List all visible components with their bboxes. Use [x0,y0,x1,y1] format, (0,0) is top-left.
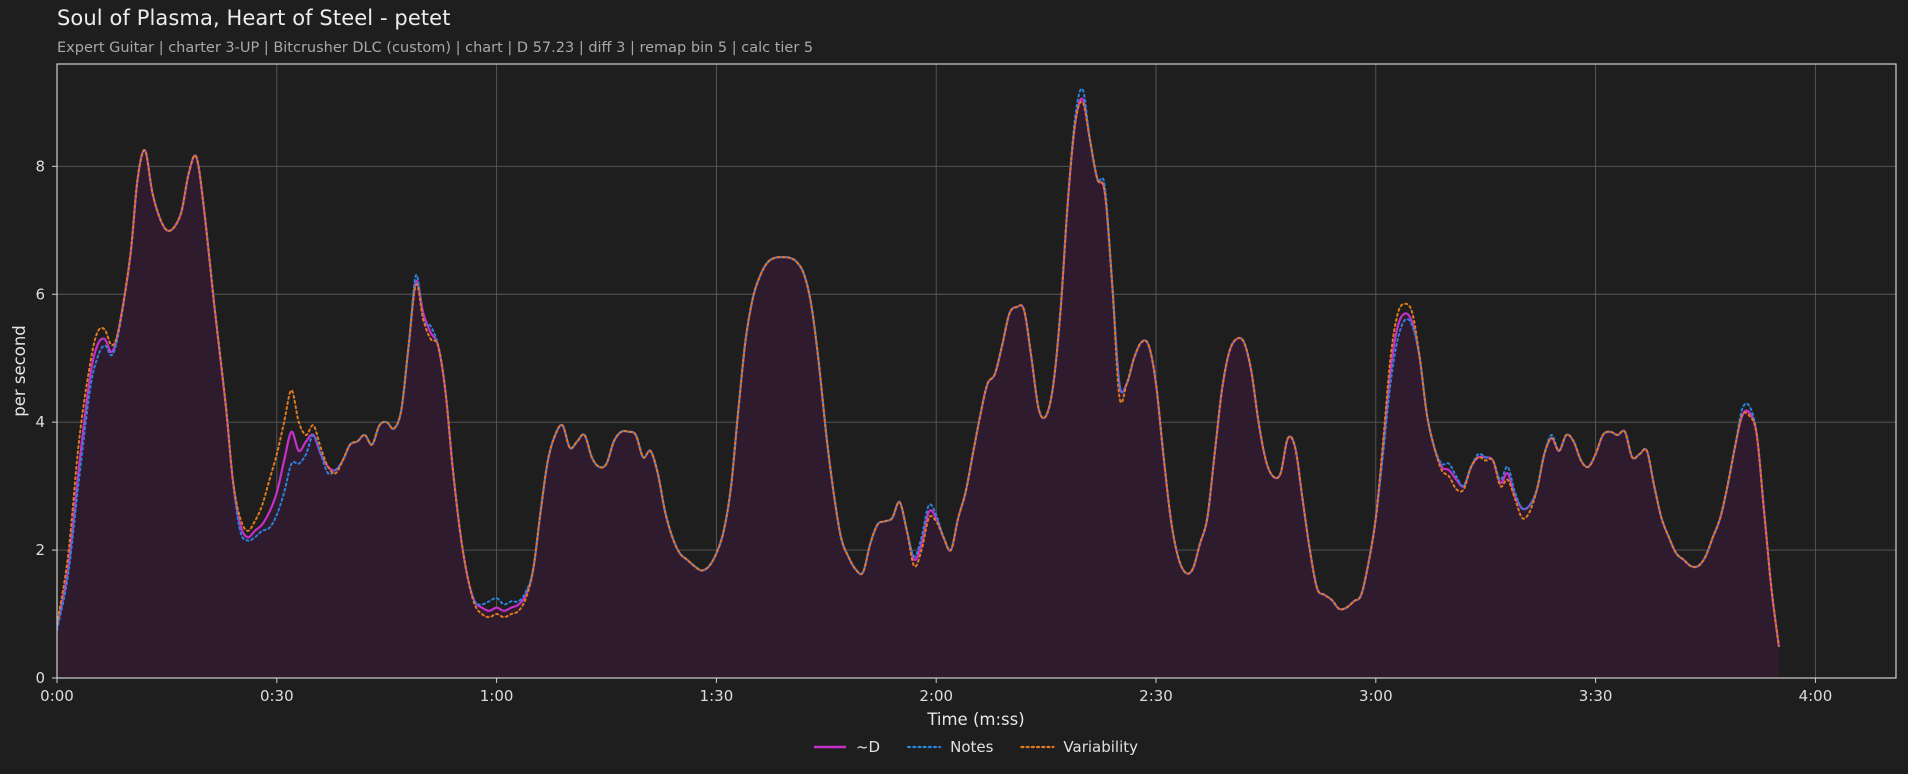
y-tick-label: 2 [35,541,45,559]
chart-canvas: 0:00 0:30 1:00 1:30 2:00 2:30 3:00 3:30 4:00 0 2 4 6… [10,63,1897,756]
x-axis-title: Time (m:ss) [926,710,1024,729]
y-tick-label: 4 [35,413,45,431]
x-tick-label: 1:30 [700,687,734,705]
x-tick-label: 3:30 [1579,687,1613,705]
x-tick-label: 0:00 [40,687,74,705]
x-tick-label: 4:00 [1799,687,1833,705]
x-tick-label: 3:00 [1359,687,1393,705]
y-tick-label: 8 [35,157,45,175]
legend-label-notes: Notes [950,738,994,756]
legend-label-variability: Variability [1063,738,1138,756]
y-axis-title: per second [10,325,29,417]
legend-label-d: ~D [856,738,880,756]
x-tick-label: 0:30 [260,687,294,705]
y-tick-label: 6 [35,285,45,303]
legend: ~D Notes Variability [813,738,1138,756]
x-tick-label: 2:00 [919,687,953,705]
y-tick-label: 0 [35,669,45,687]
x-tick-label: 2:30 [1139,687,1173,705]
x-tick-label: 1:00 [480,687,514,705]
